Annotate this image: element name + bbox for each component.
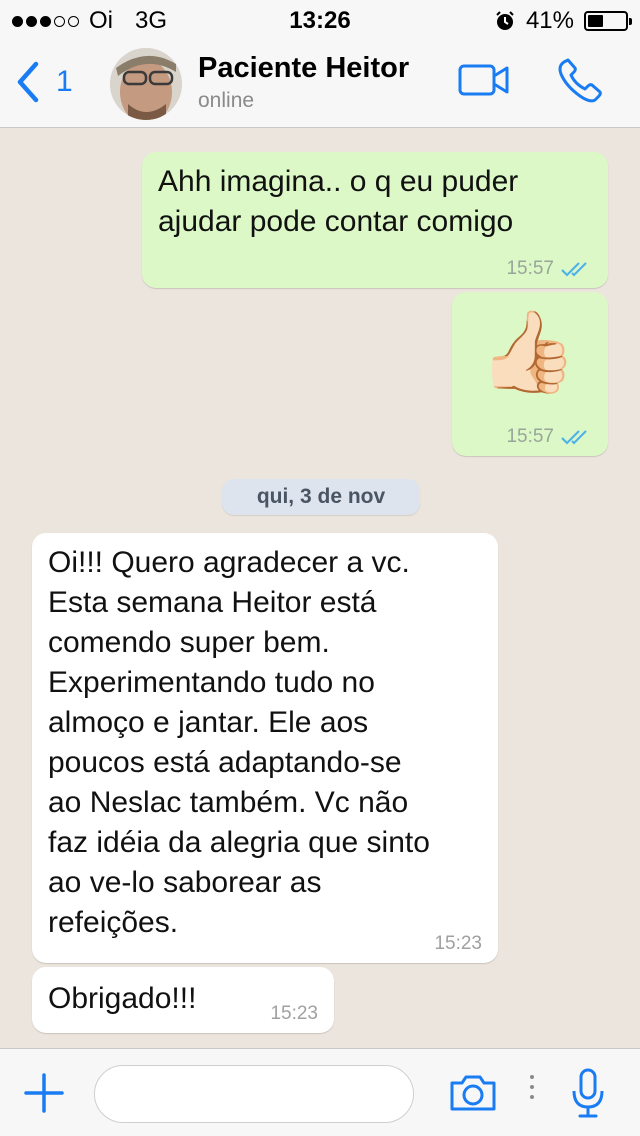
message-time: 15:23 xyxy=(434,933,482,954)
message-meta: 15:23 xyxy=(434,933,482,955)
contact-status: online xyxy=(198,89,255,112)
message-text-line: poucos está adaptando-se xyxy=(48,746,402,779)
video-call-icon xyxy=(458,64,509,96)
phone-call-button[interactable] xyxy=(556,56,604,109)
back-chevron-icon xyxy=(17,61,39,103)
message-time: 15:57 xyxy=(506,426,554,447)
message-text-line: Experimentando tudo no xyxy=(48,666,375,699)
message-text-line: ao Neslac também. Vc não xyxy=(48,786,409,819)
message-text-line: faz idéia da alegria que sinto xyxy=(48,826,430,859)
contact-info[interactable]: Paciente Heitor online xyxy=(198,52,409,113)
more-icon[interactable] xyxy=(530,1075,534,1099)
message-text-line: Esta semana Heitor está xyxy=(48,586,377,619)
camera-icon xyxy=(450,1075,496,1111)
contact-name: Paciente Heitor xyxy=(198,52,410,84)
microphone-button[interactable] xyxy=(570,1067,606,1124)
message-text-line: Obrigado!!! xyxy=(48,982,197,1015)
message-text-line: refeições. xyxy=(48,906,179,939)
message-bubble-outgoing[interactable]: 👍🏻 15:57 xyxy=(452,292,608,456)
message-meta: 15:57 xyxy=(506,426,592,448)
chat-area[interactable]: Ahh imagina.. o q eu puder ajudar pode c… xyxy=(0,129,640,1048)
message-meta: 15:57 xyxy=(506,258,592,280)
back-button[interactable]: 1 xyxy=(14,60,73,104)
microphone-icon xyxy=(572,1068,604,1118)
status-right: 41% xyxy=(494,7,632,35)
attach-button[interactable] xyxy=(22,1071,66,1120)
read-ticks-icon xyxy=(561,430,587,445)
read-ticks-icon xyxy=(561,262,587,277)
message-text-line: ao ve-lo saborear as xyxy=(48,866,322,899)
message-bubble-incoming[interactable]: Oi!!! Quero agradecer a vc. Esta semana … xyxy=(32,533,498,963)
thumbs-up-emoji: 👍🏻 xyxy=(478,305,578,398)
alarm-icon xyxy=(496,11,514,30)
camera-button[interactable] xyxy=(448,1073,498,1118)
battery-icon xyxy=(584,11,632,31)
battery-percent: 41% xyxy=(525,7,574,34)
plus-icon xyxy=(24,1073,64,1113)
video-call-button[interactable] xyxy=(458,62,510,103)
message-text-line: Oi!!! Quero agradecer a vc. xyxy=(48,546,410,579)
message-text-line: ajudar pode contar comigo xyxy=(158,205,514,238)
message-bubble-outgoing[interactable]: Ahh imagina.. o q eu puder ajudar pode c… xyxy=(142,152,608,288)
avatar[interactable] xyxy=(110,48,182,120)
message-input[interactable] xyxy=(94,1065,414,1123)
composer-bar xyxy=(0,1048,640,1136)
message-bubble-incoming[interactable]: Obrigado!!! 15:23 xyxy=(32,967,334,1033)
message-meta: 15:23 xyxy=(270,1003,318,1025)
message-time: 15:57 xyxy=(506,258,554,279)
message-text-line: almoço e jantar. Ele aos xyxy=(48,706,369,739)
unread-count: 1 xyxy=(56,65,73,98)
message-text-line: comendo super bem. xyxy=(48,626,330,659)
phone-call-icon xyxy=(558,58,602,103)
chat-header: 1 Paciente Heitor online xyxy=(0,40,640,128)
status-bar: Oi 3G 13:26 41% xyxy=(0,0,640,40)
message-time: 15:23 xyxy=(270,1003,318,1024)
date-separator: qui, 3 de nov xyxy=(222,479,420,515)
message-text-line: Ahh imagina.. o q eu puder xyxy=(158,165,519,198)
